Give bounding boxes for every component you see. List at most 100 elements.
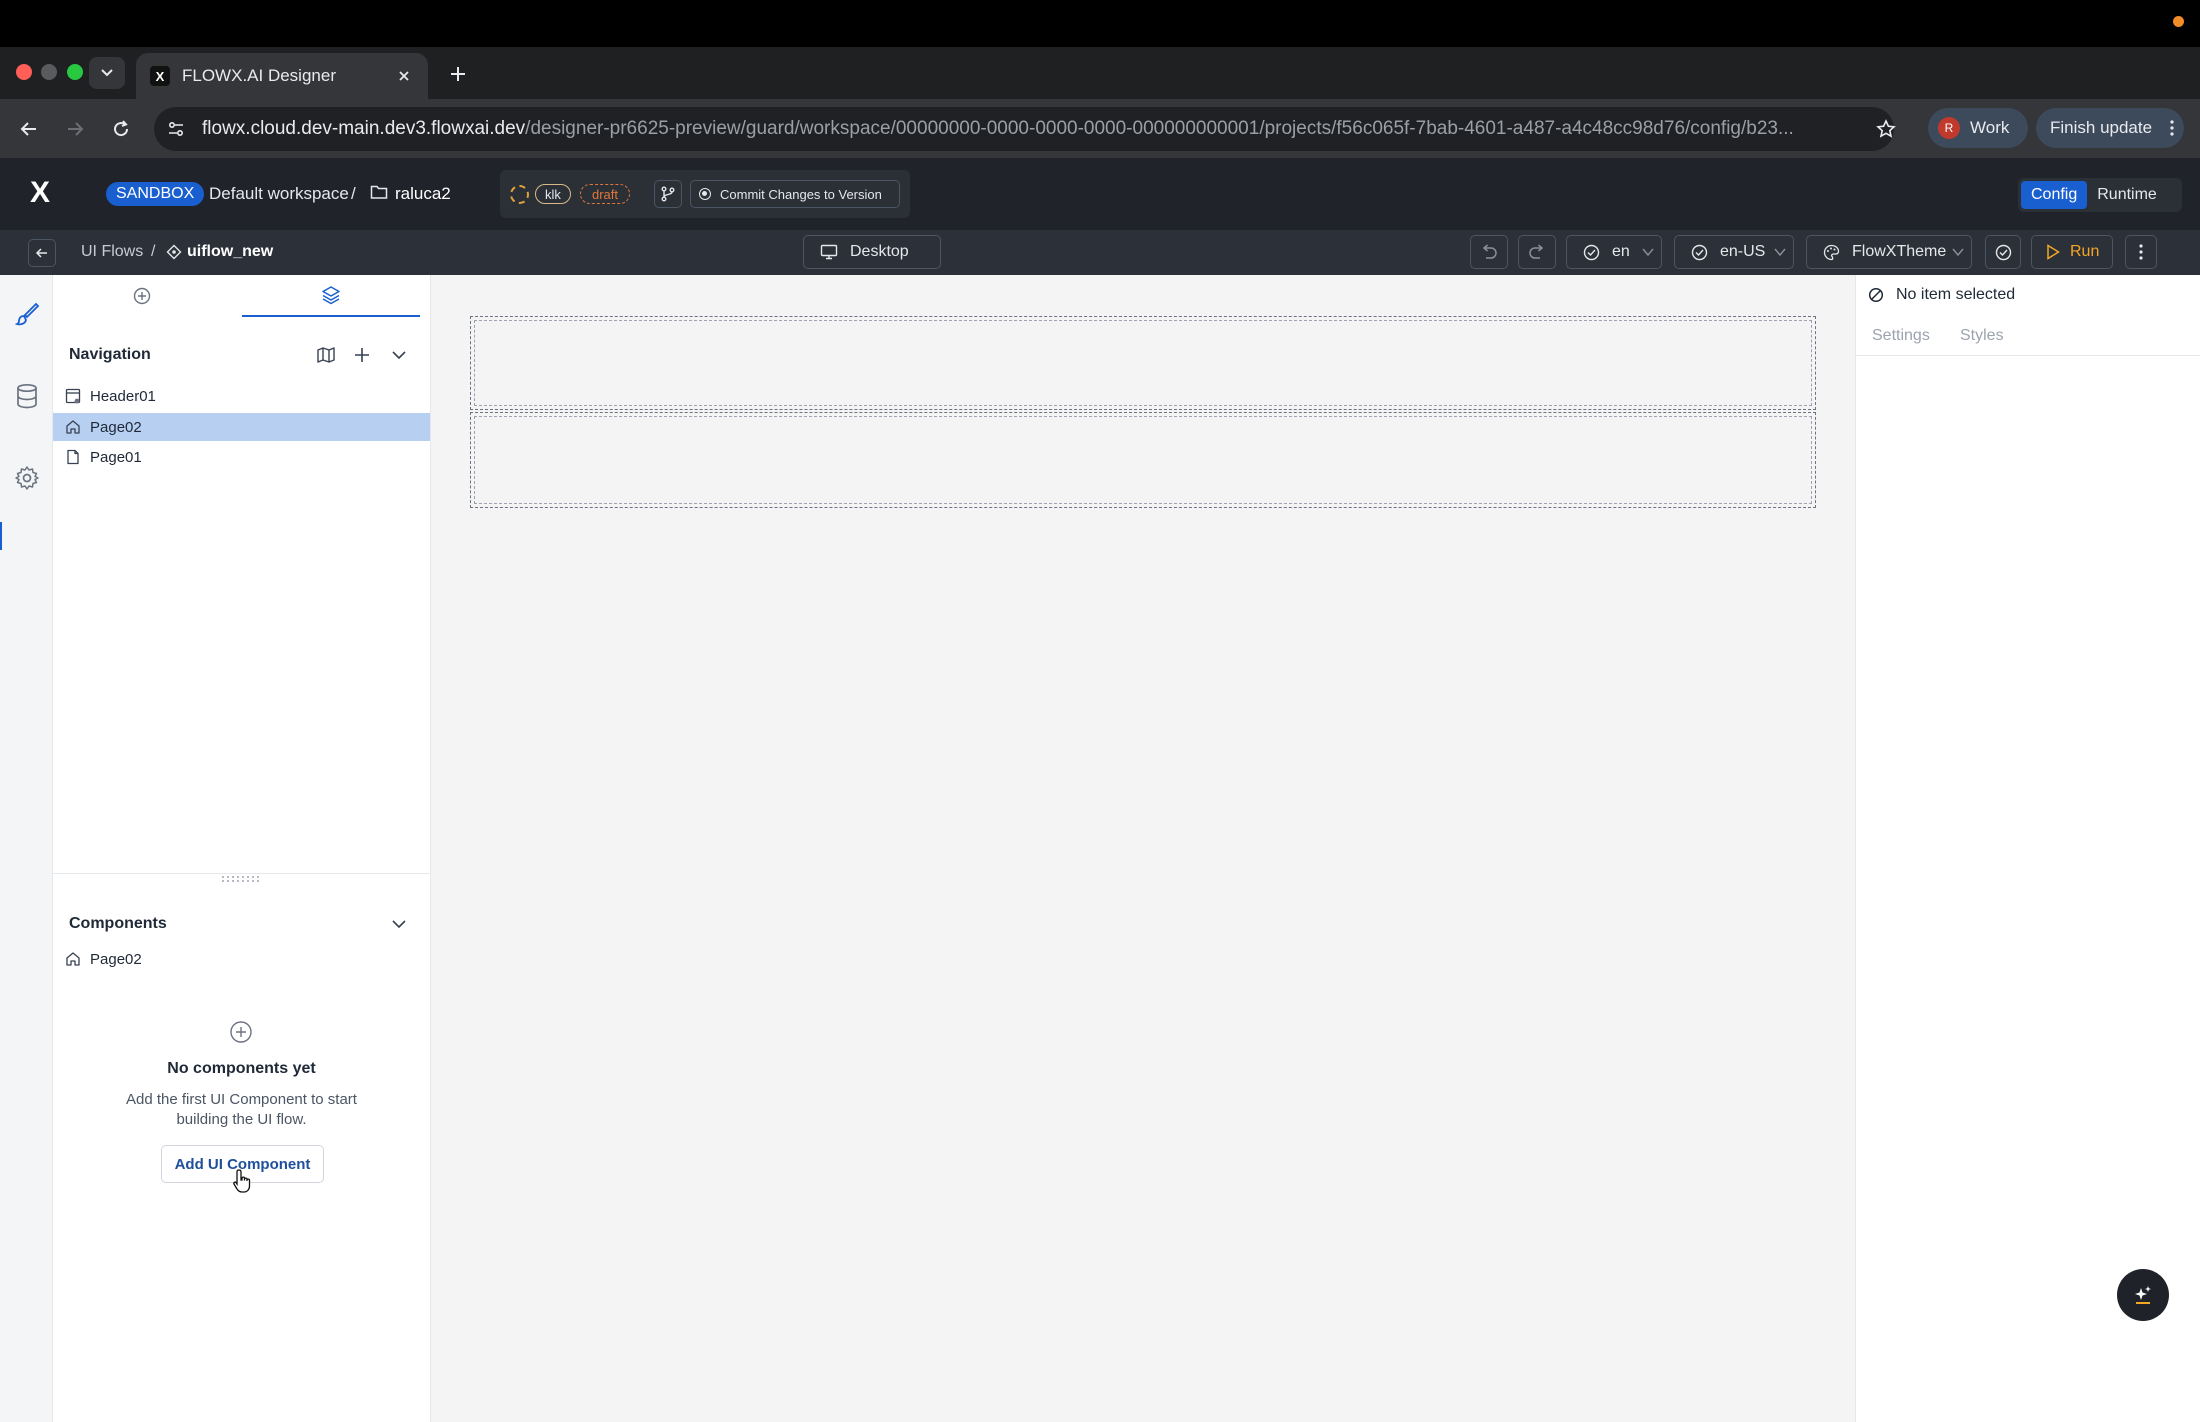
arrow-left-icon <box>20 122 36 136</box>
nav-item-label: Page02 <box>90 418 142 436</box>
tab-layers[interactable] <box>242 275 420 317</box>
nav-item-page02[interactable]: Page02 <box>53 413 430 441</box>
bookmark-star-button[interactable] <box>1872 115 1900 143</box>
locale-label: en-US <box>1720 243 1766 260</box>
address-bar[interactable]: flowx.cloud.dev-main.dev3.flowxai.dev/de… <box>154 107 1894 151</box>
site-settings-icon[interactable] <box>160 113 192 145</box>
validate-button[interactable] <box>1985 235 2021 269</box>
tab-search-button[interactable] <box>89 57 125 89</box>
page-icon <box>67 449 79 465</box>
tab-styles[interactable]: Styles <box>1960 327 2004 345</box>
window-minimize-button[interactable] <box>41 64 57 80</box>
panel-divider <box>53 873 430 874</box>
env-badge: SANDBOX <box>106 182 205 206</box>
page-drop-zone[interactable] <box>470 412 1816 508</box>
run-button[interactable]: Run <box>2031 235 2113 269</box>
forward-button[interactable] <box>61 115 89 143</box>
mode-toggle: Config Runtime <box>2018 178 2182 212</box>
tab-add-components[interactable] <box>53 275 231 317</box>
favicon: X <box>150 66 170 86</box>
folder-icon <box>370 184 390 202</box>
undo-button[interactable] <box>1470 235 1508 269</box>
version-name-badge[interactable]: klk <box>535 184 571 204</box>
browser-tab[interactable]: X FLOWX.AI Designer <box>136 53 428 99</box>
url-text: flowx.cloud.dev-main.dev3.flowxai.dev/de… <box>202 118 1852 140</box>
window-close-button[interactable] <box>16 64 32 80</box>
close-tab-icon[interactable] <box>394 66 414 86</box>
window-zoom-button[interactable] <box>67 64 83 80</box>
breadcrumb-current: uiflow_new <box>187 243 274 260</box>
map-view-button[interactable] <box>315 344 337 366</box>
check-circle-icon <box>1995 244 2011 260</box>
selection-status: No item selected <box>1868 286 2015 304</box>
map-icon <box>317 347 335 363</box>
flowx-logo[interactable]: X <box>26 178 54 208</box>
resize-handle[interactable] <box>221 875 261 883</box>
empty-state-title: No components yet <box>167 1060 316 1077</box>
redo-button[interactable] <box>1518 235 1556 269</box>
ai-assistant-button[interactable] <box>2117 1269 2169 1321</box>
language-selector[interactable]: en <box>1566 235 1662 269</box>
avatar: R <box>1938 117 1960 139</box>
back-button[interactable] <box>15 115 43 143</box>
branch-button[interactable] <box>654 180 682 208</box>
mode-config[interactable]: Config <box>2021 181 2088 209</box>
mouse-cursor-icon <box>232 1168 254 1194</box>
finish-update-label: Finish update <box>2050 118 2153 137</box>
tab-settings[interactable]: Settings <box>1872 327 1930 345</box>
chevron-down-icon <box>392 351 406 360</box>
mode-runtime[interactable]: Runtime <box>2087 181 2167 209</box>
palette-icon <box>1823 244 1840 260</box>
nav-item-label: Page01 <box>90 448 142 466</box>
gear-icon <box>15 466 39 490</box>
empty-state-description: Add the first UI Component to start buil… <box>126 1091 357 1128</box>
profile-button[interactable]: R Work <box>1928 108 2028 148</box>
chevron-down-icon <box>1952 248 1964 257</box>
header-separator: / <box>351 184 356 203</box>
chevron-down-icon <box>1642 248 1654 257</box>
left-rail <box>0 275 53 1422</box>
layers-icon <box>322 286 340 305</box>
finish-update-button[interactable]: Finish update <box>2036 108 2184 148</box>
nav-item-label: Header01 <box>90 387 156 405</box>
locale-selector[interactable]: en-US <box>1674 235 1794 269</box>
more-options-button[interactable] <box>2125 235 2157 269</box>
breadcrumb-ui-flows[interactable]: UI Flows <box>81 243 143 261</box>
header-page-icon <box>65 388 81 404</box>
rail-settings[interactable] <box>12 463 42 493</box>
rail-design[interactable] <box>12 299 42 329</box>
no-item-label: No item selected <box>1896 286 2016 303</box>
collapse-components-button[interactable] <box>388 913 410 935</box>
reload-button[interactable] <box>107 115 135 143</box>
nav-item-page01[interactable]: Page01 <box>53 443 430 471</box>
collapse-navigation-button[interactable] <box>388 344 410 366</box>
device-selector[interactable]: Desktop <box>803 235 941 269</box>
new-tab-button[interactable] <box>444 60 472 88</box>
theme-label: FlowXTheme <box>1852 243 1947 260</box>
workspace-name[interactable]: Default workspace <box>209 184 349 204</box>
commit-label: Commit Changes to Version <box>720 186 882 202</box>
play-icon <box>2047 244 2060 260</box>
commit-changes-button[interactable]: Commit Changes to Version <box>690 180 900 208</box>
check-circle-icon <box>1583 244 1600 260</box>
navigation-title: Navigation <box>69 346 151 363</box>
plus-circle-icon <box>133 287 151 305</box>
paintbrush-icon <box>14 302 40 326</box>
component-root-page02[interactable]: Page02 <box>53 945 430 973</box>
undo-icon <box>1482 244 1497 259</box>
rail-data[interactable] <box>12 381 42 411</box>
add-page-button[interactable] <box>351 344 373 366</box>
back-to-list-button[interactable] <box>28 239 56 267</box>
commit-icon <box>699 188 711 200</box>
chevron-down-icon <box>1774 248 1786 257</box>
device-label: Desktop <box>850 243 909 260</box>
nav-item-header01[interactable]: Header01 <box>53 382 430 410</box>
header-drop-zone[interactable] <box>470 316 1816 410</box>
theme-selector[interactable]: FlowXTheme <box>1806 235 1972 269</box>
os-menu-bar <box>0 0 2200 47</box>
project-name[interactable]: raluca2 <box>395 184 451 204</box>
star-icon <box>1876 119 1896 138</box>
run-label: Run <box>2070 243 2100 260</box>
plus-icon <box>451 67 465 81</box>
arrow-right-icon <box>68 122 84 136</box>
